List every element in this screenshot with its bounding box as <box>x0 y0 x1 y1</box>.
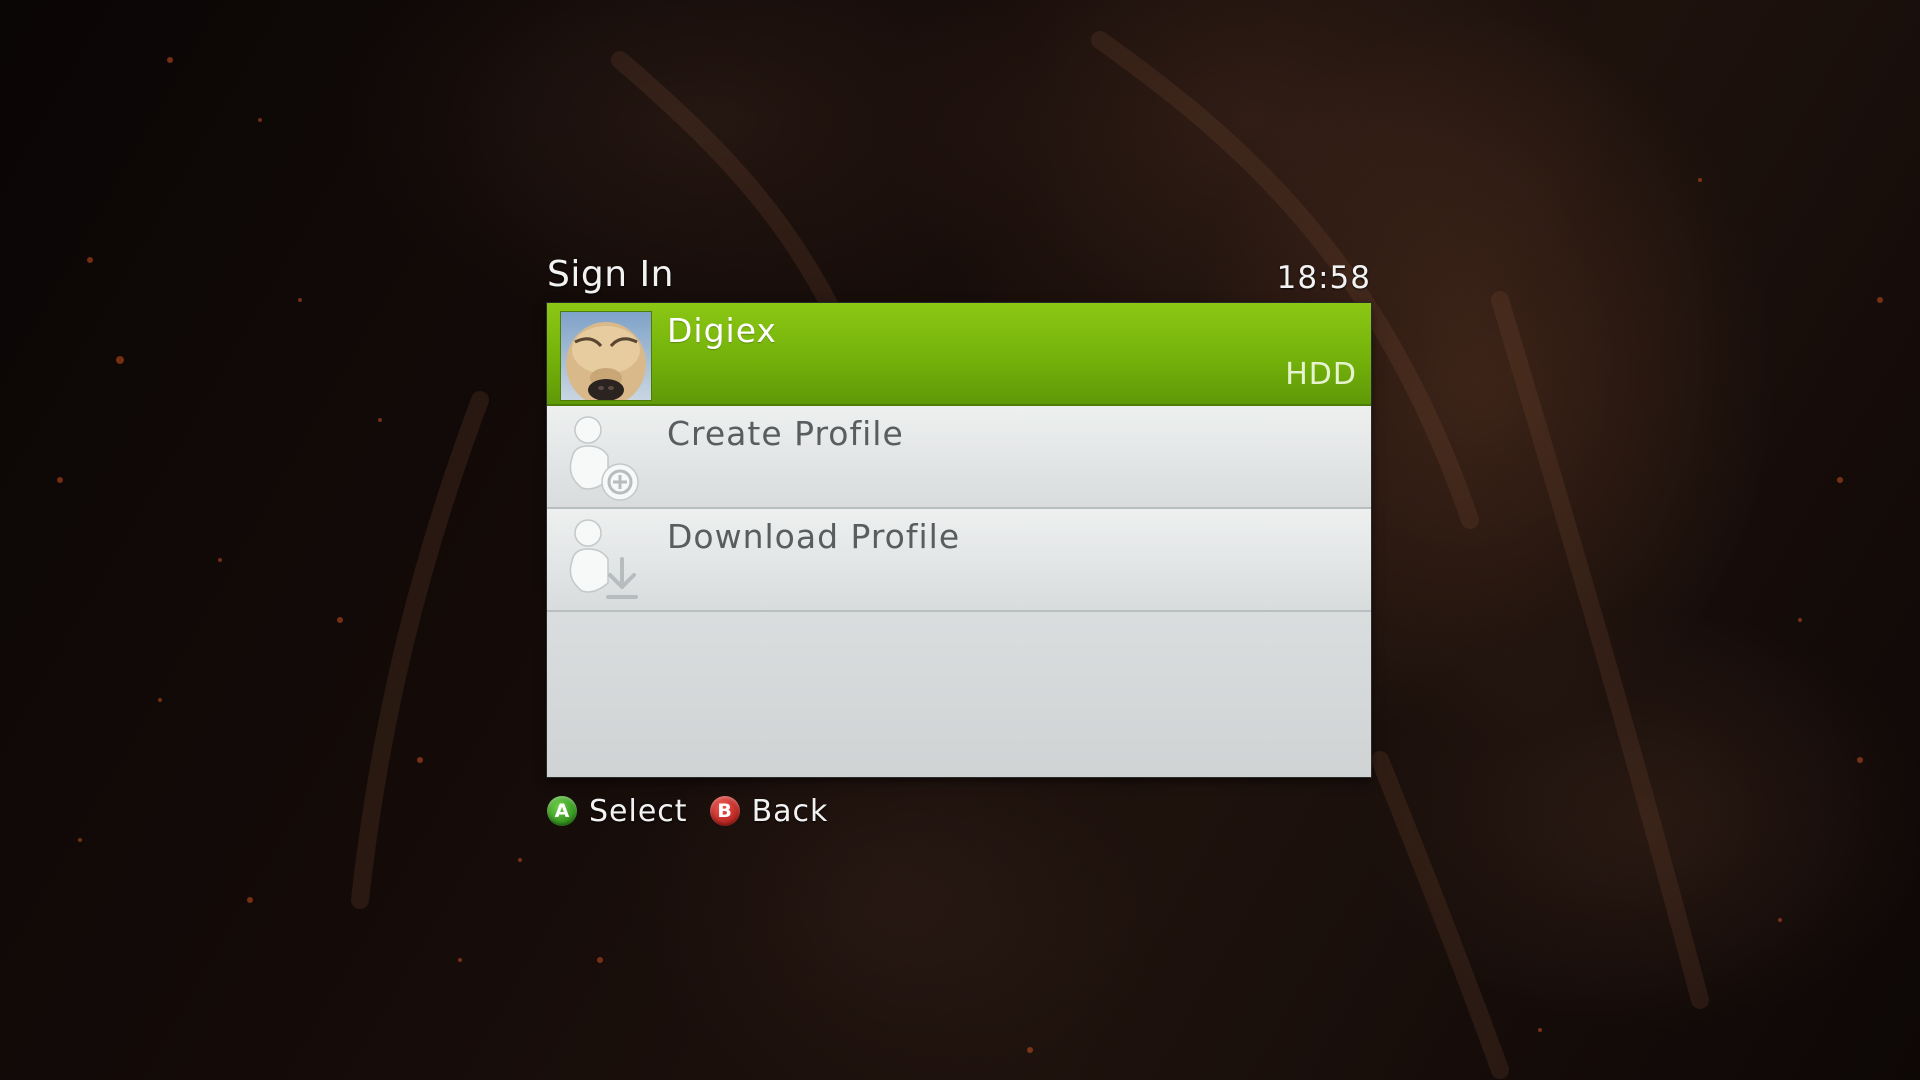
select-hint[interactable]: A Select <box>547 794 688 829</box>
dialog-header: Sign In 18:58 <box>547 252 1371 302</box>
download-profile-row[interactable]: Download Profile <box>547 509 1371 612</box>
back-hint[interactable]: B Back <box>709 793 829 829</box>
b-button-icon: B <box>709 796 740 826</box>
profile-row-digiex[interactable]: Digiex HDD <box>547 303 1371 406</box>
clock: 18:58 <box>1276 260 1371 296</box>
gamerpic-dog-avatar <box>560 311 652 401</box>
dialog-title: Sign In <box>547 254 674 295</box>
back-label: Back <box>751 793 829 829</box>
create-profile-icon <box>564 410 648 506</box>
storage-badge: HDD <box>1285 357 1357 392</box>
create-profile-row[interactable]: Create Profile <box>547 406 1371 509</box>
download-profile-icon <box>564 513 648 609</box>
download-profile-label: Download Profile <box>667 517 961 556</box>
profile-list: Digiex HDD Create Profile Download Profi… <box>547 303 1371 777</box>
sign-in-dialog: Sign In 18:58 Digiex HDD Create Profile … <box>547 252 1371 777</box>
profile-name: Digiex <box>667 311 777 350</box>
select-label: Select <box>589 793 688 829</box>
create-profile-label: Create Profile <box>667 414 904 453</box>
a-button-icon: A <box>547 796 577 826</box>
button-hints: A Select B Back <box>547 791 850 831</box>
